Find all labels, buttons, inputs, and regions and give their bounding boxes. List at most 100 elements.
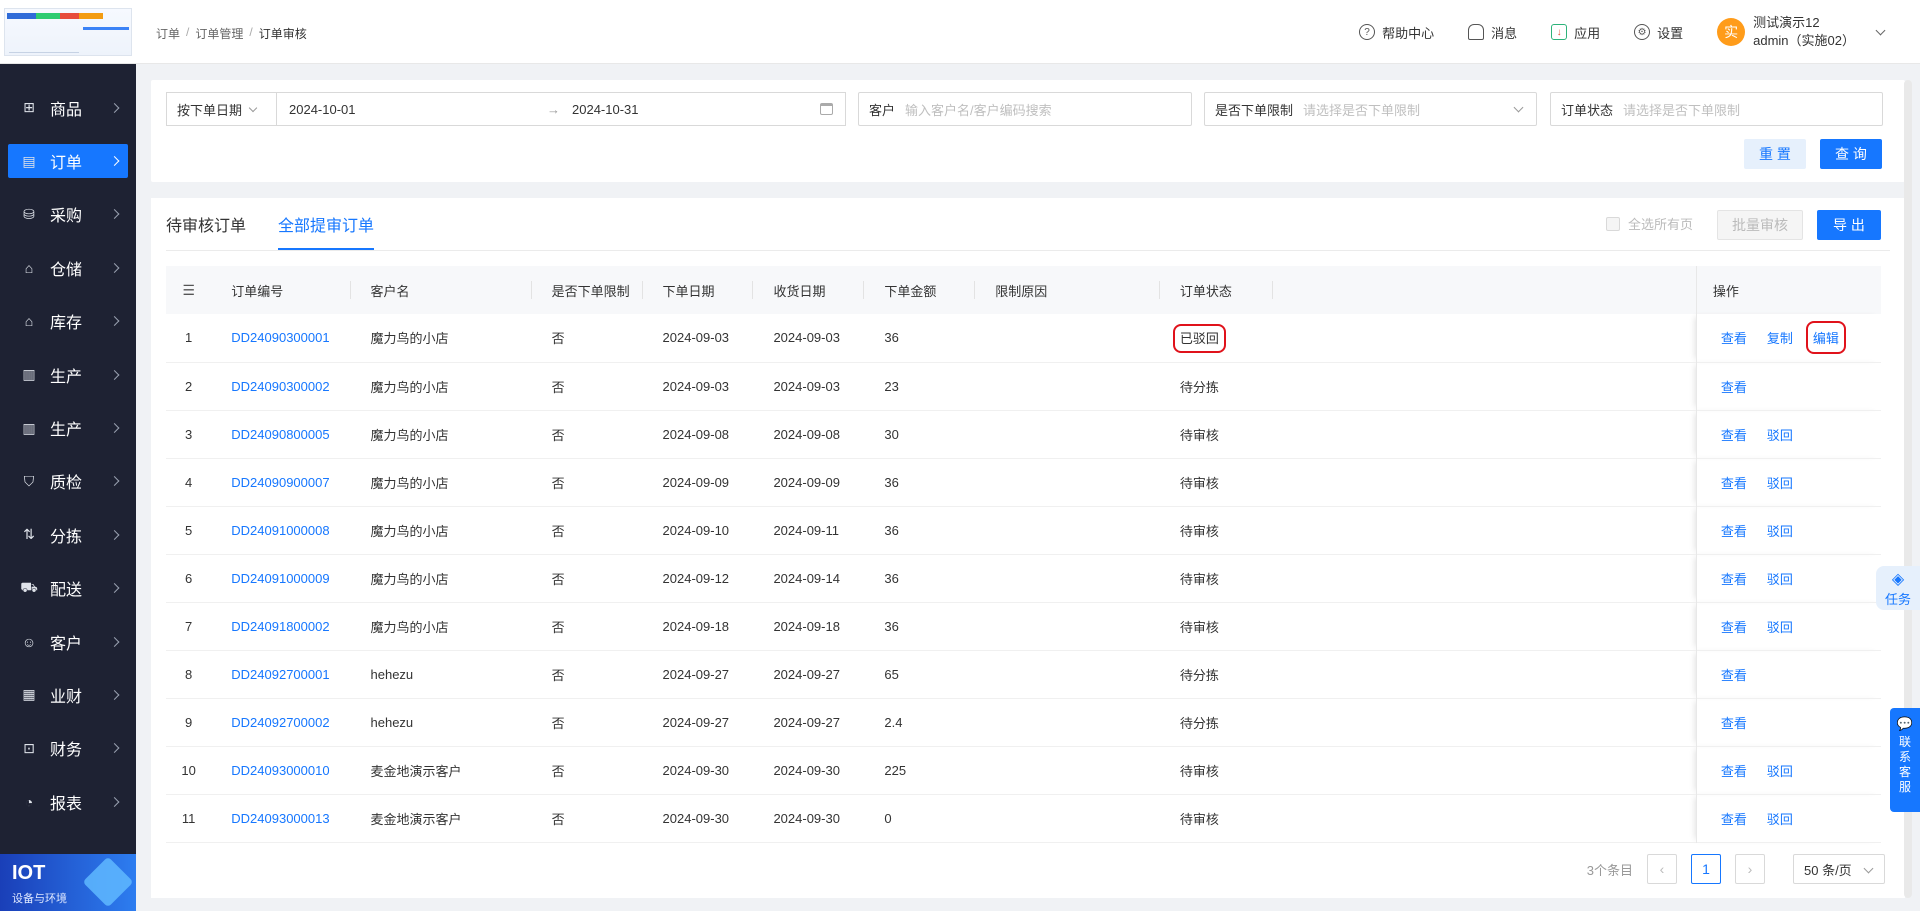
iot-banner[interactable]: IOT 设备与环境 [0, 854, 136, 911]
action-1-link[interactable]: 驳回 [1767, 569, 1793, 588]
date-start-input[interactable]: 2024-10-01 [289, 102, 356, 117]
order-no-link[interactable]: DD24093000013 [231, 811, 329, 826]
customer-search-field[interactable]: 客户 输入客户名/客户编码搜索 [858, 92, 1192, 126]
column-settings-icon[interactable]: ☰ [166, 266, 211, 314]
customer-search-input[interactable]: 输入客户名/客户编码搜索 [905, 100, 1052, 119]
table-row[interactable]: 8 DD24092700001 hehezu 否 2024-09-27 2024-09-2… [166, 650, 1881, 698]
order-status-select[interactable]: 订单状态 请选择是否下单限制 [1550, 92, 1883, 126]
date-end-input[interactable]: 2024-10-31 [572, 102, 639, 117]
order-no-link[interactable]: DD24091000009 [231, 571, 329, 586]
factory-icon: ▥ [22, 366, 36, 383]
action-1-link[interactable]: 驳回 [1767, 617, 1793, 636]
sidebar-item-10[interactable]: ☺ 客户 [0, 615, 136, 668]
action-0-link[interactable]: 查看 [1721, 521, 1747, 540]
next-page-button[interactable]: › [1735, 854, 1765, 884]
actions-cell: 查看 驳回 [1695, 746, 1881, 794]
reset-button[interactable]: 重 置 [1744, 139, 1806, 169]
settings-button[interactable]: ⚙ 设置 [1634, 23, 1683, 42]
sidebar-item-0[interactable]: ⊞ 商品 [0, 81, 136, 134]
date-range-picker[interactable]: 2024-10-01 → 2024-10-31 [276, 92, 846, 126]
action-1-link[interactable]: 复制 [1767, 328, 1793, 347]
select-all-checkbox[interactable] [1606, 216, 1620, 231]
table-row[interactable]: 7 DD24091800002 魔力鸟的小店 否 2024-09-18 2024-09-1… [166, 602, 1881, 650]
order-no-link[interactable]: DD24090800005 [231, 427, 329, 442]
order-limit-cell-text: 否 [551, 571, 565, 587]
action-0-link[interactable]: 查看 [1721, 328, 1747, 347]
action-1-link[interactable]: 驳回 [1767, 809, 1793, 828]
apps-button[interactable]: ↓ 应用 [1551, 23, 1600, 42]
table-row[interactable]: 4 DD24090900007 魔力鸟的小店 否 2024-09-09 2024-09-0… [166, 458, 1881, 506]
sidebar-item-13[interactable]: ◔ 报表 [0, 775, 136, 828]
table-row[interactable]: 10 DD24093000010 麦金地演示客户 否 2024-09-30 2024-09… [166, 746, 1881, 794]
sidebar-item-7[interactable]: ⛉ 质检 [0, 455, 136, 508]
table-row[interactable]: 5 DD24091000008 魔力鸟的小店 否 2024-09-10 2024-09-1… [166, 506, 1881, 554]
tab-all-submitted[interactable]: 全部提审订单 [278, 198, 375, 250]
page-button-current[interactable]: 1 [1691, 854, 1721, 884]
action-0-link[interactable]: 查看 [1721, 617, 1747, 636]
order-no-link[interactable]: DD24092700001 [231, 667, 329, 682]
row-index: 3 [166, 410, 211, 458]
prev-page-button[interactable]: ‹ [1647, 854, 1677, 884]
action-1-link[interactable]: 驳回 [1767, 761, 1793, 780]
batch-review-button[interactable]: 批量审核 [1717, 210, 1803, 240]
delivery-date-cell-text: 2024-09-08 [773, 426, 840, 442]
action-0-link[interactable]: 查看 [1721, 665, 1747, 684]
logo-area[interactable] [0, 0, 136, 64]
sidebar-item-12[interactable]: ⊡ 财务 [0, 722, 136, 775]
action-0-link[interactable]: 查看 [1721, 473, 1747, 492]
table-row[interactable]: 1 DD24090300001 魔力鸟的小店 否 2024-09-03 2024-09-0… [166, 314, 1881, 362]
query-button[interactable]: 查 询 [1820, 139, 1882, 169]
breadcrumb-item-order-management[interactable]: 订单管理 [195, 25, 243, 42]
table-row[interactable]: 9 DD24092700002 hehezu 否 2024-09-27 2024-09-2… [166, 698, 1881, 746]
contact-service-button[interactable]: 💬 联 系 客 服 [1890, 708, 1920, 812]
select-all-pages[interactable]: 全选所有页 [1606, 214, 1693, 233]
amount-cell: 36 [864, 554, 975, 602]
table-row[interactable]: 3 DD24090800005 魔力鸟的小店 否 2024-09-08 2024-09-0… [166, 410, 1881, 458]
sidebar-item-1[interactable]: ▤ 订单 [8, 144, 128, 179]
export-button[interactable]: 导 出 [1817, 210, 1881, 240]
action-1-link[interactable]: 驳回 [1767, 473, 1793, 492]
action-0-link[interactable]: 查看 [1721, 425, 1747, 444]
breadcrumb-item-order[interactable]: 订单 [156, 25, 180, 42]
order-limit-select[interactable]: 是否下单限制 请选择是否下单限制 [1204, 92, 1537, 126]
action-0-link[interactable]: 查看 [1721, 809, 1747, 828]
action-0-link[interactable]: 查看 [1721, 761, 1747, 780]
sidebar-item-3[interactable]: ⌂ 仓储 [0, 241, 136, 294]
order-no-link[interactable]: DD24090900007 [231, 475, 329, 490]
order-no-link[interactable]: DD24092700002 [231, 715, 329, 730]
order-limit-cell: 否 [532, 554, 643, 602]
action-1-link[interactable]: 驳回 [1767, 425, 1793, 444]
sidebar-item-8[interactable]: ⇅ 分拣 [0, 508, 136, 561]
sidebar-item-11[interactable]: ▦ 业财 [0, 668, 136, 721]
action-0-link[interactable]: 查看 [1721, 377, 1747, 396]
table-row[interactable]: 2 DD24090300002 魔力鸟的小店 否 2024-09-03 2024-09-0… [166, 362, 1881, 410]
order-status-placeholder: 请选择是否下单限制 [1623, 102, 1741, 118]
sidebar-item-5[interactable]: ▥ 生产 [0, 348, 136, 401]
sidebar-item-2[interactable]: ⛁ 采购 [0, 188, 136, 241]
action-0-link[interactable]: 查看 [1721, 713, 1747, 732]
order-status-cell: 待审核 [1160, 746, 1273, 794]
chat-icon: 💬 [1896, 716, 1914, 731]
action-0-link[interactable]: 查看 [1721, 569, 1747, 588]
table-row[interactable]: 6 DD24091000009 魔力鸟的小店 否 2024-09-12 2024-09-1… [166, 554, 1881, 602]
order-no-link[interactable]: DD24090300002 [231, 379, 329, 394]
order-date-cell-text: 2024-09-30 [662, 762, 730, 778]
user-menu[interactable]: 实 测试演示12 admin（实施02） [1717, 14, 1886, 50]
action-2-link[interactable]: 编辑 [1805, 321, 1846, 355]
sidebar-item-6[interactable]: ▥ 生产 [0, 401, 136, 454]
order-no-link[interactable]: DD24091800002 [231, 619, 329, 634]
order-no-link[interactable]: DD24091000008 [231, 523, 329, 538]
order-no-link[interactable]: DD24093000010 [231, 763, 329, 778]
date-type-select[interactable]: 按下单日期 [166, 92, 276, 126]
order-no-link[interactable]: DD24090300001 [231, 330, 329, 345]
page-size-select[interactable]: 50 条/页 [1793, 854, 1885, 884]
table-row[interactable]: 11 DD24093000013 麦金地演示客户 否 2024-09-30 2024-09… [166, 794, 1881, 842]
sidebar-item-9[interactable]: ⛟ 配送 [0, 562, 136, 615]
tab-pending-review[interactable]: 待审核订单 [166, 198, 246, 250]
action-1-link[interactable]: 驳回 [1767, 521, 1793, 540]
user-name: 测试演示12 [1753, 15, 1820, 30]
task-float-button[interactable]: ◈ 任务 [1876, 566, 1920, 610]
messages-button[interactable]: 消息 [1468, 23, 1517, 42]
sidebar-item-4[interactable]: ⌂ 库存 [0, 295, 136, 348]
help-center-button[interactable]: ? 帮助中心 [1359, 23, 1434, 42]
